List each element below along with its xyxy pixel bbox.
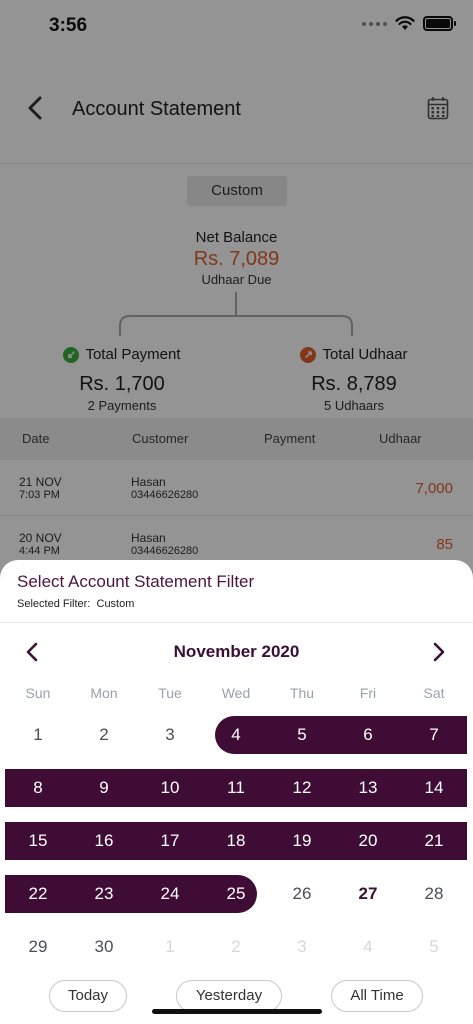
calendar-day[interactable]: 10 xyxy=(137,769,203,807)
selected-filter: Selected Filter: Custom xyxy=(17,598,134,610)
calendar-day[interactable]: 18 xyxy=(203,822,269,860)
calendar-day[interactable]: 29 xyxy=(5,928,71,966)
today-button[interactable]: Today xyxy=(49,980,127,1012)
calendar-day[interactable]: 24 xyxy=(137,875,203,913)
calendar-day[interactable]: 16 xyxy=(71,822,137,860)
calendar-day-range-start[interactable]: 4 xyxy=(203,716,269,754)
calendar-day[interactable]: 7 xyxy=(401,716,467,754)
yesterday-button[interactable]: Yesterday xyxy=(176,980,282,1012)
calendar-day[interactable]: 14 xyxy=(401,769,467,807)
weekday-label: Fri xyxy=(359,685,377,701)
calendar-day-next-month: 5 xyxy=(429,937,439,956)
selected-filter-label: Selected Filter: xyxy=(17,598,91,610)
home-indicator xyxy=(152,1009,322,1014)
selected-filter-value: Custom xyxy=(96,598,135,610)
weekday-label: Wed xyxy=(221,685,251,701)
weekday-label: Mon xyxy=(90,685,118,701)
calendar-day[interactable]: 22 xyxy=(5,875,71,913)
calendar-month-title: November 2020 xyxy=(173,642,300,661)
calendar-day[interactable]: 23 xyxy=(71,875,137,913)
calendar-day[interactable]: 12 xyxy=(269,769,335,807)
sheet-title: Select Account Statement Filter xyxy=(17,572,255,591)
weekday-label: Thu xyxy=(289,685,315,701)
all-time-button[interactable]: All Time xyxy=(331,980,423,1012)
calendar-day[interactable]: 2 xyxy=(71,716,137,754)
weekday-label: Tue xyxy=(158,685,182,701)
weekday-label: Sat xyxy=(423,685,445,701)
calendar-day[interactable]: 21 xyxy=(401,822,467,860)
calendar-day[interactable]: 3 xyxy=(137,716,203,754)
calendar-day-next-month: 4 xyxy=(363,937,373,956)
calendar-day-next-month: 1 xyxy=(165,937,175,956)
calendar-day[interactable]: 28 xyxy=(401,875,467,913)
calendar-day[interactable]: 9 xyxy=(71,769,137,807)
calendar-day[interactable]: 8 xyxy=(5,769,71,807)
calendar-day-next-month: 3 xyxy=(297,937,307,956)
calendar-day[interactable]: 1 xyxy=(5,716,71,754)
calendar-day-today[interactable]: 27 xyxy=(335,875,401,913)
filter-bottom-sheet: Select Account Statement Filter Selected… xyxy=(0,560,473,1024)
calendar-day[interactable]: 13 xyxy=(335,769,401,807)
calendar-day-next-month: 2 xyxy=(231,937,241,956)
calendar-day[interactable]: 30 xyxy=(71,928,137,966)
calendar-day[interactable]: 19 xyxy=(269,822,335,860)
calendar-day[interactable]: 26 xyxy=(269,875,335,913)
calendar-day[interactable]: 6 xyxy=(335,716,401,754)
sheet-divider xyxy=(0,622,473,623)
weekday-label: Sun xyxy=(25,685,51,701)
calendar-day[interactable]: 5 xyxy=(269,716,335,754)
calendar-day[interactable]: 20 xyxy=(335,822,401,860)
calendar-day[interactable]: 17 xyxy=(137,822,203,860)
calendar-day[interactable]: 15 xyxy=(5,822,71,860)
chevron-right-icon[interactable] xyxy=(429,640,449,664)
calendar-day[interactable]: 11 xyxy=(203,769,269,807)
calendar-day-range-end[interactable]: 25 xyxy=(203,875,269,913)
